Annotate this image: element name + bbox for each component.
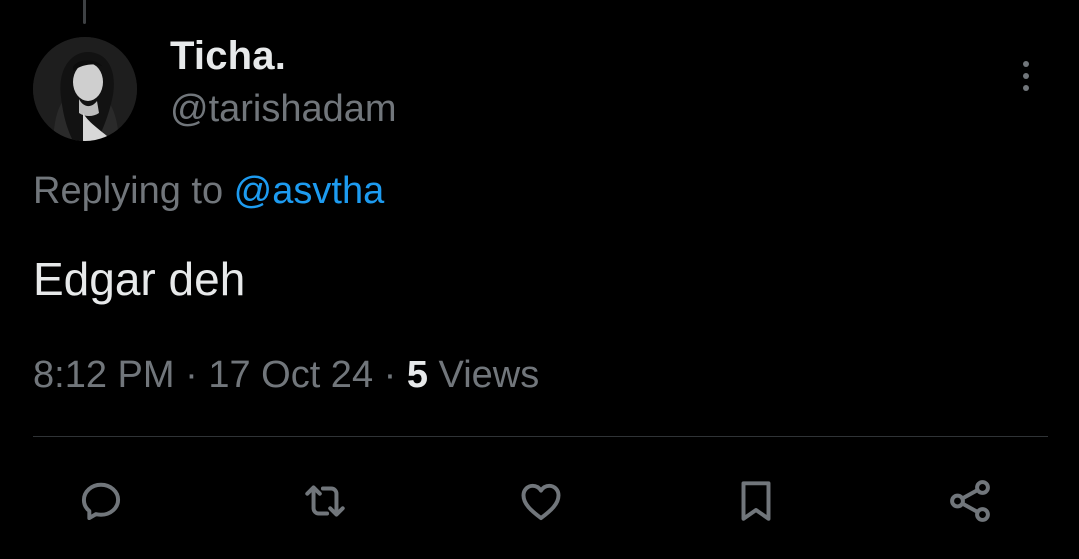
reply-mention-link[interactable]: @asvtha xyxy=(234,170,385,212)
bookmark-button[interactable] xyxy=(728,473,784,529)
retweet-icon xyxy=(305,485,345,517)
bookmark-icon xyxy=(741,481,771,521)
share-button[interactable] xyxy=(942,473,998,529)
views-count[interactable]: 5 xyxy=(407,354,428,396)
user-handle[interactable]: @tarishadam xyxy=(170,88,397,131)
action-bar-divider xyxy=(33,436,1048,437)
more-options-icon[interactable] xyxy=(1004,56,1048,96)
retweet-button[interactable] xyxy=(297,473,353,529)
share-icon xyxy=(950,480,990,522)
tweet-text: Edgar deh xyxy=(33,253,246,305)
views-label[interactable]: Views xyxy=(428,354,540,396)
more-dot xyxy=(1023,85,1029,91)
more-dot xyxy=(1023,73,1029,79)
meta-separator: · xyxy=(174,354,209,396)
meta-separator: · xyxy=(373,354,407,396)
reply-button[interactable] xyxy=(73,473,129,529)
more-dot xyxy=(1023,61,1029,67)
tweet-meta: 8:12 PM · 17 Oct 24 · 5 Views xyxy=(33,354,539,397)
like-button[interactable] xyxy=(513,473,569,529)
display-name[interactable]: Ticha. xyxy=(170,34,286,79)
reply-icon xyxy=(81,482,121,521)
thread-connector-line xyxy=(83,0,86,24)
tweet-time[interactable]: 8:12 PM xyxy=(33,354,175,396)
like-icon xyxy=(521,483,561,521)
tweet-date[interactable]: 17 Oct 24 xyxy=(208,354,373,396)
replying-to-line: Replying to @asvtha xyxy=(33,170,384,213)
avatar[interactable] xyxy=(33,37,137,141)
replying-to-label: Replying to xyxy=(33,170,234,212)
profile-photo-icon xyxy=(33,37,137,141)
